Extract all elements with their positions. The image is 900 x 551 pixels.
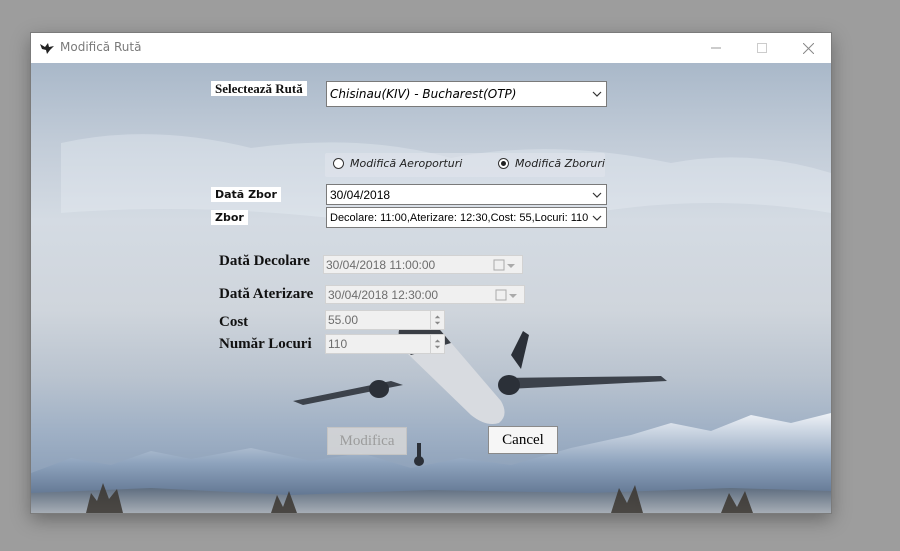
radio-airports-indicator <box>333 158 344 169</box>
flight-date-value: 30/04/2018 <box>330 187 391 202</box>
calendar-dropdown-icon <box>495 289 517 301</box>
modify-route-window: Modifică Rută Selectează Rută Chisinau(K… <box>31 33 831 513</box>
seats-label: Număr Locuri <box>219 336 312 352</box>
minimize-button[interactable] <box>693 33 739 63</box>
flight-select-value: Decolare: 11:00,Aterizare: 12:30,Cost: 5… <box>330 211 589 224</box>
seats-stepper[interactable]: 110 <box>325 334 445 354</box>
radio-modify-flights[interactable]: Modifică Zboruri <box>498 157 605 170</box>
flight-date-label: Dată Zbor <box>211 187 281 202</box>
radio-modify-airports[interactable]: Modifică Aeroporturi <box>333 157 462 170</box>
cost-stepper[interactable]: 55.00 <box>325 310 445 330</box>
takeoff-date-picker[interactable]: 30/04/2018 11:00:00 <box>323 255 523 274</box>
route-select[interactable]: Chisinau(KIV) - Bucharest(OTP) <box>326 81 607 107</box>
bird-icon <box>40 43 54 54</box>
chevron-down-icon <box>592 91 602 97</box>
flight-date-select[interactable]: 30/04/2018 <box>326 184 607 205</box>
window-title: Modifică Rută <box>60 40 142 54</box>
cancel-button[interactable]: Cancel <box>488 426 558 454</box>
spin-arrows-icon[interactable] <box>430 311 444 329</box>
form-area: Selectează Rută Chisinau(KIV) - Buchares… <box>31 63 831 513</box>
cost-value: 55.00 <box>328 313 359 327</box>
calendar-dropdown-icon <box>493 259 515 271</box>
radio-flights-indicator <box>498 158 509 169</box>
seats-value: 110 <box>328 337 348 351</box>
chevron-down-icon <box>592 192 602 198</box>
cost-label: Cost <box>219 314 249 330</box>
maximize-icon <box>757 43 767 53</box>
radio-flights-label: Modifică Zboruri <box>515 157 605 170</box>
landing-date-value: 30/04/2018 12:30:00 <box>328 287 439 302</box>
route-label: Selectează Rută <box>211 81 307 96</box>
landing-date-label: Dată Aterizare <box>219 286 314 302</box>
route-select-value: Chisinau(KIV) - Bucharest(OTP) <box>330 87 517 101</box>
flight-select[interactable]: Decolare: 11:00,Aterizare: 12:30,Cost: 5… <box>326 207 607 228</box>
edit-mode-radio-group: Modifică Aeroporturi Modifică Zboruri <box>325 153 605 177</box>
title-bar[interactable]: Modifică Rută <box>31 33 831 63</box>
chevron-down-icon <box>592 215 602 221</box>
modify-button[interactable]: Modifica <box>327 427 407 455</box>
takeoff-date-label: Dată Decolare <box>219 253 310 269</box>
maximize-button[interactable] <box>739 33 785 63</box>
close-icon <box>802 42 814 54</box>
takeoff-date-value: 30/04/2018 11:00:00 <box>326 257 436 272</box>
close-button[interactable] <box>785 33 831 63</box>
flight-label: Zbor <box>211 210 248 225</box>
radio-airports-label: Modifică Aeroporturi <box>350 157 463 170</box>
spin-arrows-icon[interactable] <box>430 335 444 353</box>
minimize-icon <box>711 47 721 49</box>
landing-date-picker[interactable]: 30/04/2018 12:30:00 <box>325 285 525 304</box>
